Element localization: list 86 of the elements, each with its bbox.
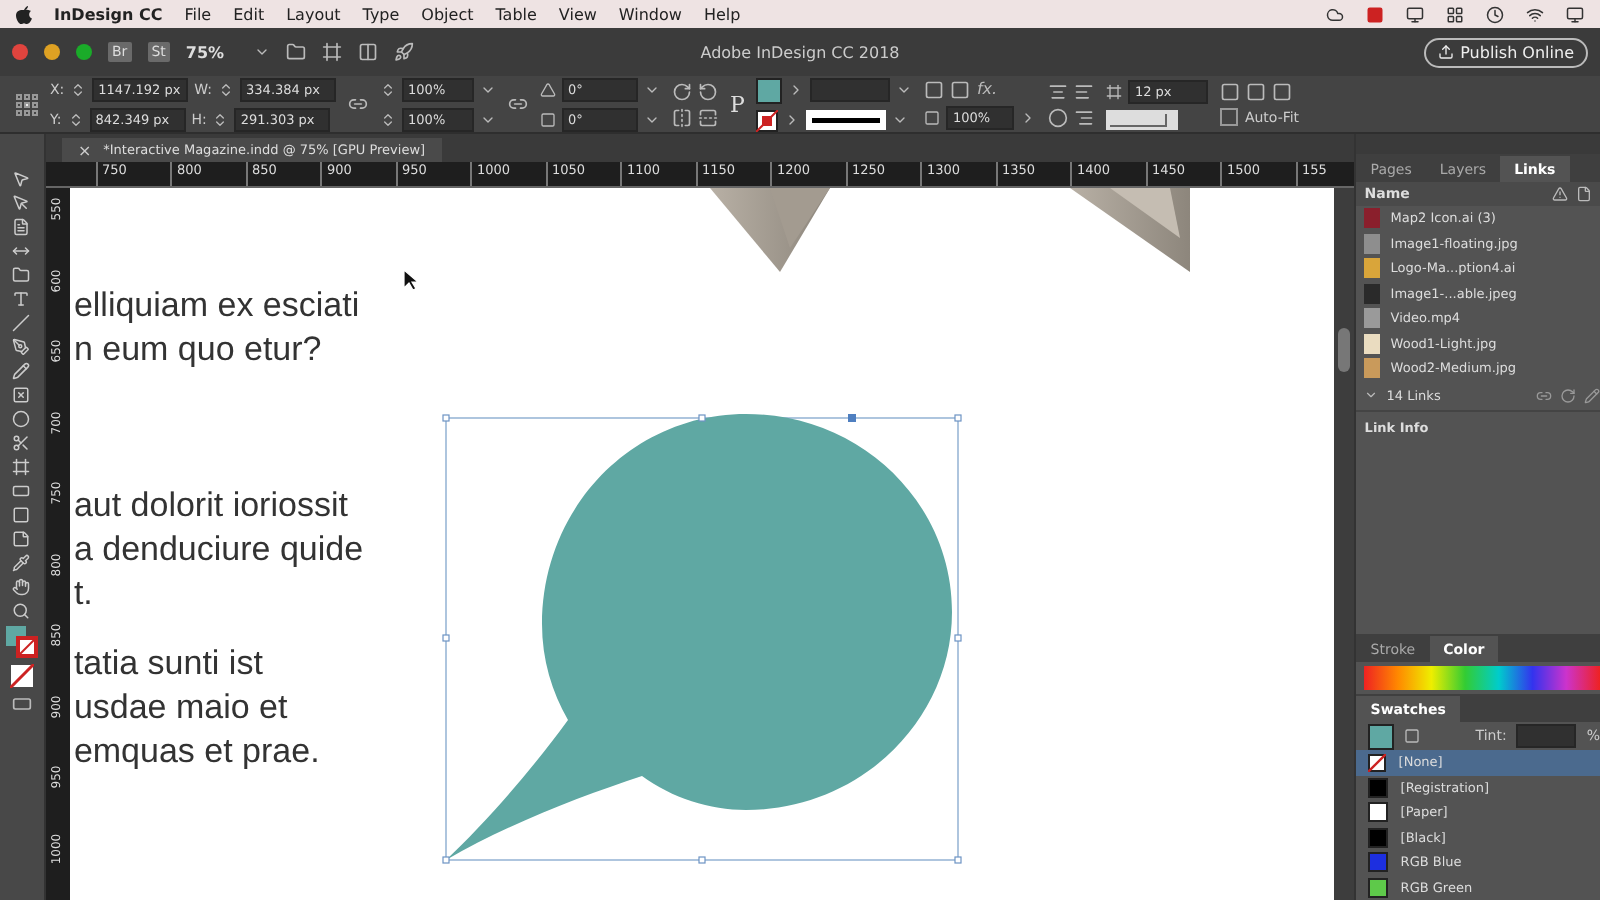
- menu-item[interactable]: File: [184, 5, 212, 23]
- align-icon[interactable]: [1048, 81, 1069, 101]
- color-spectrum[interactable]: [1364, 666, 1600, 690]
- airplay-icon[interactable]: [1566, 5, 1584, 23]
- effects-button[interactable]: fx.: [976, 80, 998, 98]
- clock-icon[interactable]: [1486, 5, 1504, 23]
- wifi-icon[interactable]: [1526, 5, 1544, 23]
- close-icon[interactable]: ×: [77, 141, 92, 159]
- stroke-style-selector[interactable]: [806, 110, 887, 130]
- stepper-icon[interactable]: [380, 111, 397, 127]
- page-icon[interactable]: [1575, 186, 1592, 202]
- scissors-tool-icon[interactable]: [12, 434, 31, 452]
- rectangle-frame-tool-icon[interactable]: [12, 386, 31, 404]
- body-text: aut dolorit ioriossit a denduciure quide t.: [73, 484, 364, 616]
- stepper-icon[interactable]: [380, 81, 397, 97]
- stepper-icon[interactable]: [212, 111, 229, 127]
- align-icon[interactable]: [1074, 81, 1095, 101]
- stepper-icon[interactable]: [218, 81, 235, 97]
- apply-none-icon[interactable]: [9, 664, 34, 688]
- app-status-icon[interactable]: [1366, 5, 1384, 23]
- body-text: elliquiam ex esciati n eum quo etur?: [73, 284, 360, 372]
- reference-point-icon[interactable]: [16, 93, 38, 115]
- fill-stroke-swatches[interactable]: [5, 626, 38, 658]
- folder-icon[interactable]: [285, 42, 306, 62]
- content-collector-icon[interactable]: [12, 266, 31, 284]
- fill-swatch[interactable]: [1368, 723, 1395, 749]
- publish-online-button[interactable]: Publish Online: [1424, 37, 1588, 67]
- tint-field[interactable]: [1516, 724, 1577, 748]
- maximize-window-button[interactable]: [76, 44, 92, 60]
- zoom-tool-icon[interactable]: [12, 602, 31, 620]
- selection-tool-icon[interactable]: [12, 170, 31, 188]
- arrange-documents-icon[interactable]: [357, 42, 378, 62]
- menu-item[interactable]: Layout: [286, 5, 341, 23]
- hand-tool-icon[interactable]: [12, 578, 31, 596]
- grid-icon[interactable]: [1446, 5, 1464, 23]
- window-title: Adobe InDesign CC 2018: [700, 43, 900, 61]
- menu-item[interactable]: Help: [703, 5, 741, 23]
- menu-item[interactable]: Object: [421, 5, 474, 23]
- object-style-selector[interactable]: [1106, 109, 1179, 129]
- stroke-weight-field[interactable]: [810, 78, 891, 102]
- direct-selection-tool-icon[interactable]: [12, 194, 31, 212]
- display-icon[interactable]: [1406, 5, 1424, 23]
- edit-original-icon[interactable]: [1583, 387, 1600, 403]
- update-link-icon[interactable]: [1559, 387, 1576, 403]
- flip-vertical-icon[interactable]: [698, 107, 719, 127]
- link-icon[interactable]: [508, 94, 529, 114]
- upload-icon: [1438, 44, 1455, 60]
- line-tool-icon[interactable]: [12, 314, 31, 332]
- flip-horizontal-icon[interactable]: [672, 107, 693, 127]
- close-window-button[interactable]: [12, 44, 28, 60]
- stepper-icon[interactable]: [70, 81, 87, 97]
- container-icon[interactable]: [1404, 728, 1421, 744]
- rotate-counterclockwise-icon[interactable]: [698, 81, 719, 101]
- relink-icon[interactable]: [1535, 387, 1552, 403]
- eyedropper-tool-icon[interactable]: [12, 554, 31, 572]
- text-frame-button[interactable]: P: [730, 91, 745, 117]
- stroke-none-swatch[interactable]: [756, 109, 779, 131]
- rocket-icon[interactable]: [393, 42, 414, 62]
- menu-item[interactable]: Table: [495, 5, 537, 23]
- cursor-icon: [401, 268, 420, 292]
- frame-icon[interactable]: [924, 79, 945, 99]
- note-tool-icon[interactable]: [12, 530, 31, 548]
- page-tool-icon[interactable]: [12, 218, 31, 236]
- gap-tool-icon[interactable]: [12, 242, 31, 260]
- apple-logo-icon[interactable]: [16, 5, 32, 23]
- menu-item[interactable]: Window: [618, 5, 682, 23]
- pen-tool-icon[interactable]: [12, 338, 31, 356]
- menu-item[interactable]: Edit: [233, 5, 265, 23]
- type-tool-icon[interactable]: [12, 290, 31, 308]
- constrain-icon[interactable]: [348, 94, 369, 114]
- vertical-scrollbar[interactable]: [1334, 188, 1355, 900]
- minimize-window-button[interactable]: [44, 44, 60, 60]
- pencil-tool-icon[interactable]: [12, 362, 31, 380]
- chevron-down-icon[interactable]: [253, 44, 270, 60]
- cloud-icon[interactable]: [1326, 5, 1344, 23]
- warning-icon[interactable]: [1551, 186, 1568, 202]
- body-text: tatia sunti ist usdae maio et emquas et prae.: [73, 642, 320, 774]
- stepper-icon[interactable]: [67, 111, 84, 127]
- rotate-clockwise-icon[interactable]: [672, 81, 693, 101]
- menu-item[interactable]: Type: [362, 5, 400, 23]
- collapse-icon[interactable]: [1364, 388, 1379, 402]
- menu-item[interactable]: View: [558, 5, 597, 23]
- menu-app-name[interactable]: InDesign CC: [54, 5, 163, 23]
- fill-swatch[interactable]: [756, 77, 783, 103]
- ellipse-tool-icon[interactable]: [12, 410, 31, 428]
- zoom-level[interactable]: 75%: [185, 43, 238, 61]
